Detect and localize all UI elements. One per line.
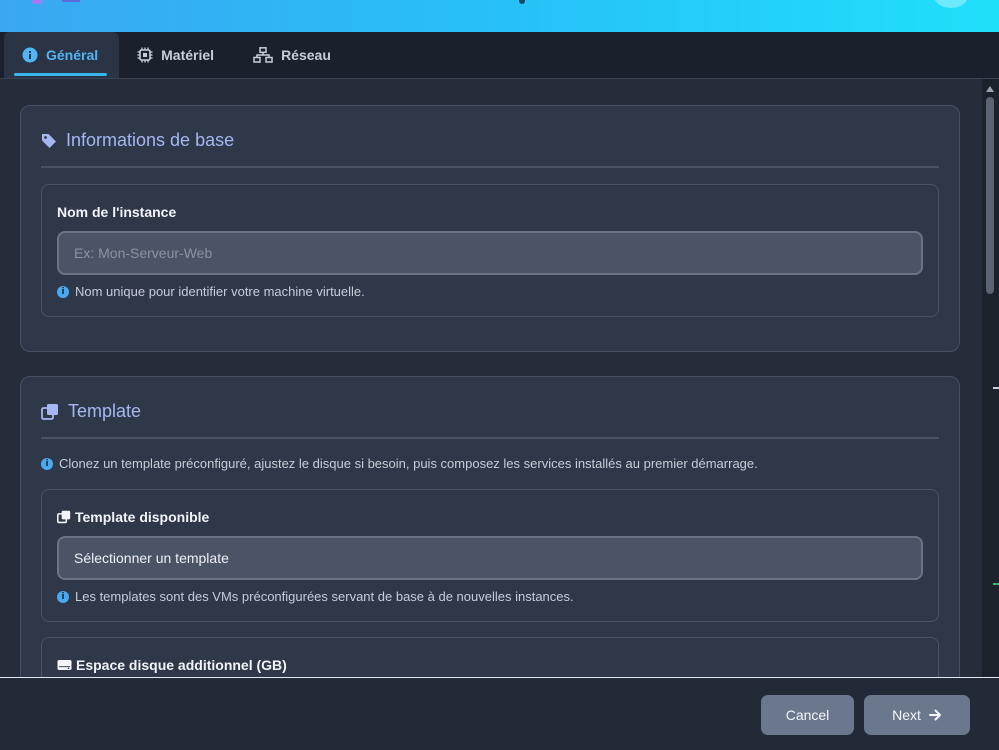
- template-select[interactable]: Sélectionner un template: [57, 536, 923, 580]
- divider: [41, 437, 939, 439]
- button-label: Next: [892, 707, 921, 723]
- tab-label: Réseau: [281, 47, 331, 63]
- header-decoration: [62, 0, 80, 2]
- instance-name-hint: i Nom unique pour identifier votre machi…: [57, 284, 365, 299]
- disk-space-label: Espace disque additionnel (GB): [57, 657, 287, 673]
- template-card: Template i Clonez un template préconfigu…: [20, 376, 960, 677]
- modal-footer: Cancel Next: [0, 677, 999, 750]
- tab-general[interactable]: Général: [4, 32, 120, 78]
- header-logo-fragment: [32, 0, 42, 4]
- info-icon: i: [41, 457, 53, 470]
- tab-bar: Général Matériel Réseau: [0, 32, 999, 79]
- card-title-text: Informations de base: [66, 130, 235, 150]
- side-decoration: [993, 387, 999, 389]
- clone-icon: [41, 403, 58, 420]
- disk-space-group: Espace disque additionnel (GB): [41, 637, 939, 677]
- hdd-icon: [57, 660, 72, 670]
- basic-info-card: Informations de base Nom de l'instance i…: [20, 105, 960, 352]
- tab-materiel[interactable]: Matériel: [119, 32, 235, 78]
- tag-icon: [42, 133, 56, 148]
- selected-value: Sélectionner un template: [74, 550, 229, 566]
- template-select-hint: i Les templates sont des VMs préconfigur…: [57, 589, 574, 604]
- label-text: Template disponible: [75, 509, 210, 525]
- network-icon: [253, 47, 273, 63]
- header-title-fragment: [519, 0, 525, 4]
- hint-text: Nom unique pour identifier votre machine…: [75, 284, 365, 299]
- card-title-text: Template: [68, 401, 142, 421]
- chip-icon: [137, 47, 153, 63]
- info-icon: i: [57, 590, 69, 603]
- form-content[interactable]: Informations de base Nom de l'instance i…: [0, 79, 982, 677]
- tab-label: Général: [46, 47, 99, 63]
- next-button[interactable]: Next: [864, 695, 970, 735]
- tab-reseau[interactable]: Réseau: [235, 32, 352, 78]
- info-icon: i: [57, 285, 69, 298]
- instance-name-group: Nom de l'instance i Nom unique pour iden…: [41, 184, 939, 317]
- label-text: Espace disque additionnel (GB): [76, 657, 287, 673]
- template-description: i Clonez un template préconfiguré, ajust…: [41, 456, 758, 471]
- card-title-basic: Informations de base: [41, 130, 234, 151]
- instance-name-input[interactable]: [57, 231, 923, 275]
- clone-icon: [57, 510, 71, 524]
- divider: [41, 166, 939, 168]
- template-select-label: Template disponible: [57, 509, 209, 525]
- instance-name-label: Nom de l'instance: [57, 204, 177, 220]
- scrollbar-thumb[interactable]: [986, 97, 994, 294]
- cancel-button[interactable]: Cancel: [761, 695, 854, 735]
- card-title-template: Template: [41, 401, 141, 422]
- arrow-right-icon: [928, 709, 941, 721]
- modal-header: [0, 0, 999, 32]
- tab-label: Matériel: [161, 47, 215, 63]
- scroll-up-arrow-icon[interactable]: [986, 86, 994, 92]
- close-button[interactable]: [934, 0, 968, 8]
- template-select-group: Template disponible Sélectionner un temp…: [41, 489, 939, 622]
- info-circle-icon: [22, 47, 38, 63]
- hint-text: Les templates sont des VMs préconfigurée…: [75, 589, 574, 604]
- description-text: Clonez un template préconfiguré, ajustez…: [59, 456, 758, 471]
- button-label: Cancel: [785, 707, 830, 723]
- side-decoration: [993, 583, 999, 585]
